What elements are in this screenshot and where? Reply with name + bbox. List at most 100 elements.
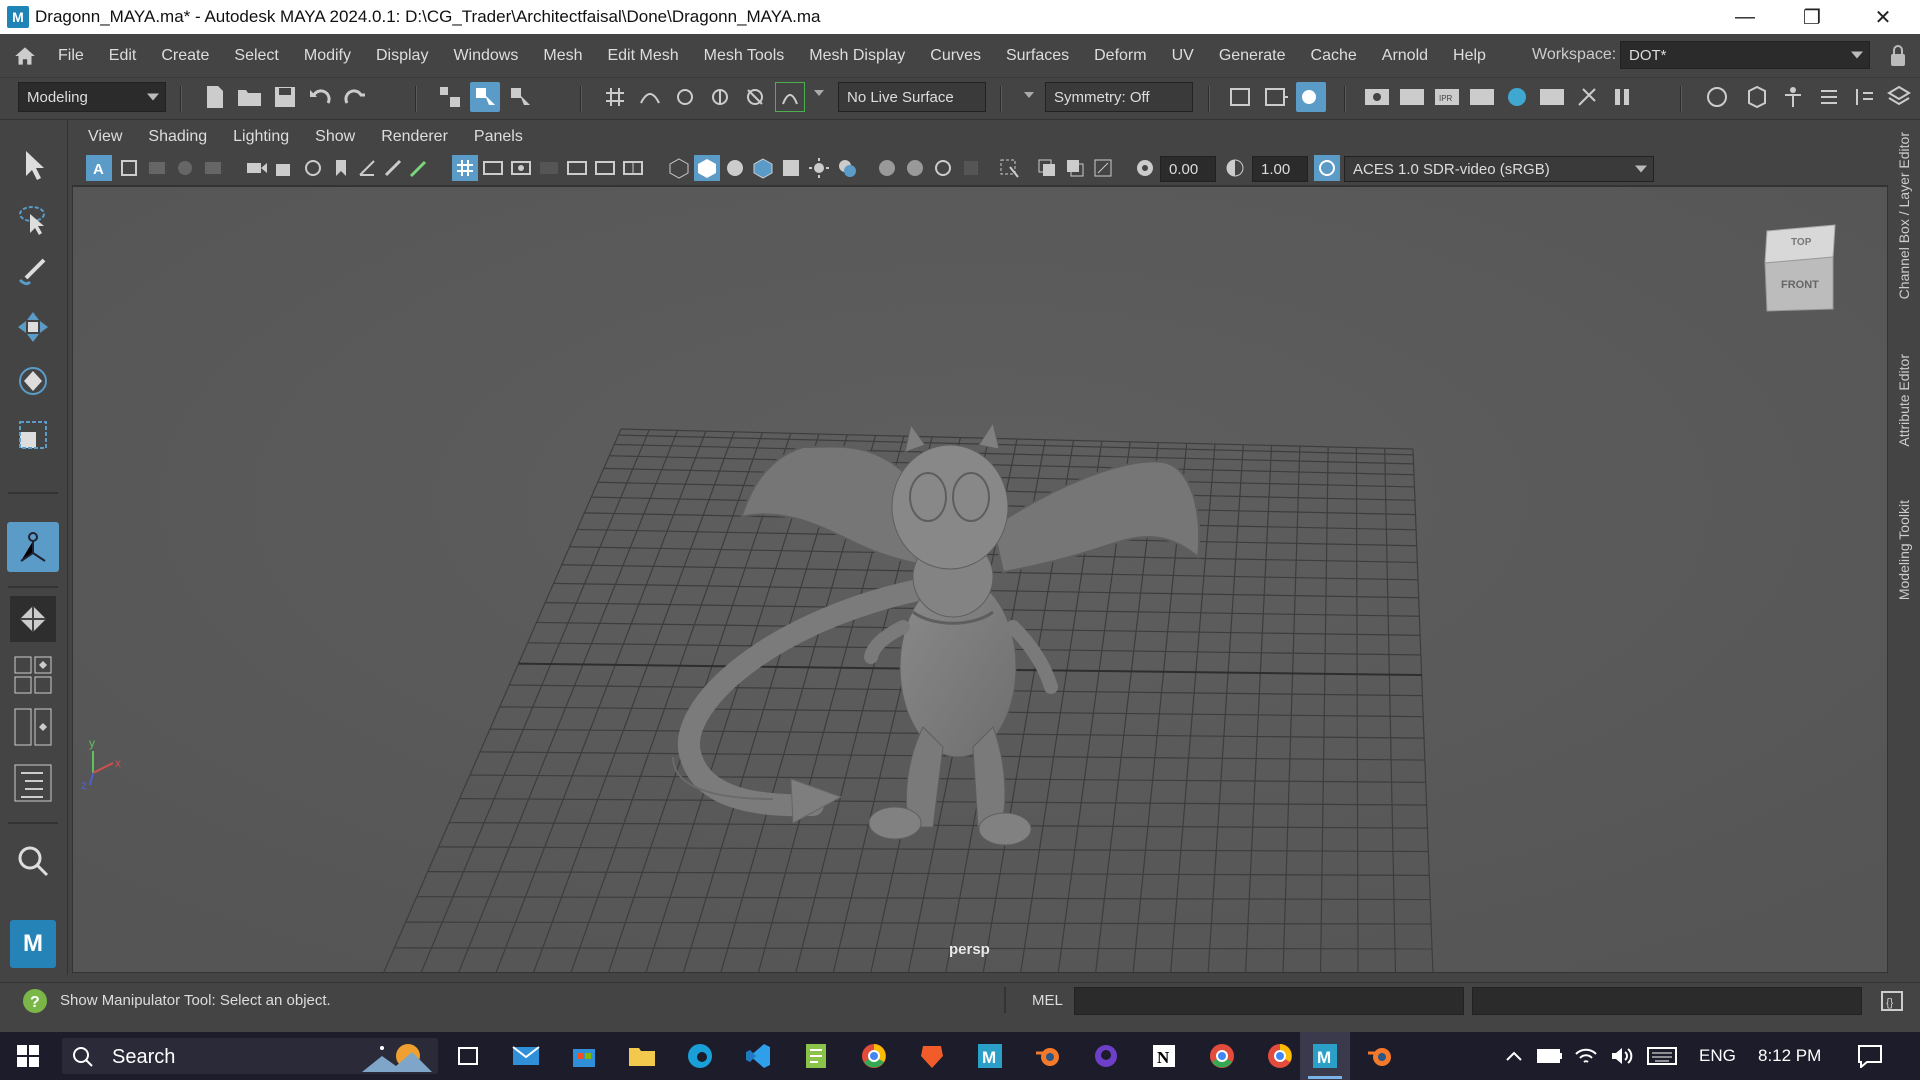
menu-help[interactable]: Help (1453, 47, 1486, 65)
attribute-editor-icon[interactable] (1814, 82, 1844, 112)
task-view-icon[interactable] (450, 1038, 486, 1074)
make-live-icon[interactable] (775, 82, 805, 112)
select-camera-icon[interactable]: A (86, 155, 112, 181)
ipr-render-icon[interactable]: IPR (1432, 82, 1462, 112)
view-cube-front-label[interactable]: FRONT (1781, 279, 1819, 291)
close-button[interactable]: ✕ (1854, 0, 1912, 34)
pencil-icon[interactable] (406, 155, 432, 181)
image-plane-icon[interactable] (172, 155, 198, 181)
symmetry-field[interactable]: Symmetry: Off (1045, 82, 1193, 112)
undo-icon[interactable] (305, 82, 335, 112)
gate-mask-icon[interactable] (536, 155, 562, 181)
menu-cache[interactable]: Cache (1311, 47, 1357, 65)
workspace-dropdown[interactable]: DOT* (1620, 41, 1870, 69)
snap-curve-icon[interactable] (635, 82, 665, 112)
menu-mesh-tools[interactable]: Mesh Tools (704, 47, 785, 65)
menu-display[interactable]: Display (376, 47, 428, 65)
menuset-dropdown[interactable]: Modeling (18, 82, 166, 112)
help-icon[interactable]: ? (22, 988, 48, 1014)
command-input[interactable] (1074, 987, 1464, 1015)
motion-blur-icon[interactable] (902, 155, 928, 181)
xray-joints-icon[interactable] (1062, 155, 1088, 181)
snap-point-icon[interactable] (670, 82, 700, 112)
chrome-icon[interactable] (856, 1038, 892, 1074)
tab-attribute-editor[interactable]: Attribute Editor (1896, 354, 1912, 447)
select-hierarchy-icon[interactable] (435, 82, 465, 112)
open-scene-icon[interactable] (235, 82, 265, 112)
use-all-lights-icon[interactable] (806, 155, 832, 181)
menu-deform[interactable]: Deform (1094, 47, 1146, 65)
script-editor-icon[interactable]: {} (1880, 990, 1904, 1012)
grease-pencil-icon[interactable] (200, 155, 226, 181)
maya-active-taskbar-item[interactable]: M (1300, 1032, 1350, 1080)
menu-select[interactable]: Select (234, 47, 278, 65)
menu-modify[interactable]: Modify (304, 47, 351, 65)
anti-aliasing-icon[interactable] (930, 155, 956, 181)
menu-generate[interactable]: Generate (1219, 47, 1286, 65)
notion-icon[interactable]: N (1146, 1038, 1182, 1074)
perspective-viewport[interactable]: y x z TOP FRONT persp (72, 186, 1888, 973)
blender-icon[interactable] (1030, 1038, 1066, 1074)
home-icon[interactable] (12, 43, 38, 69)
blender-2-icon[interactable] (1362, 1038, 1398, 1074)
chevron-down-icon[interactable] (1024, 92, 1034, 98)
exposure-field[interactable]: 0.00 (1160, 156, 1216, 182)
menu-arnold[interactable]: Arnold (1382, 47, 1428, 65)
render-frame-icon[interactable] (1397, 82, 1427, 112)
new-scene-icon[interactable] (200, 82, 230, 112)
command-language-label[interactable]: MEL (1032, 992, 1063, 1009)
menu-uv[interactable]: UV (1172, 47, 1194, 65)
resolution-gate-icon[interactable] (508, 155, 534, 181)
field-chart-icon[interactable] (564, 155, 590, 181)
menu-surfaces[interactable]: Surfaces (1006, 47, 1069, 65)
input-ops-icon[interactable] (1226, 82, 1256, 112)
lock-camera-icon[interactable] (272, 155, 298, 181)
gamma-field[interactable]: 1.00 (1252, 156, 1308, 182)
render-view-icon[interactable] (1362, 82, 1392, 112)
paint-select-tool-icon[interactable] (10, 250, 56, 296)
store-icon[interactable] (566, 1038, 602, 1074)
hypershade-icon[interactable] (1502, 82, 1532, 112)
sculpt-icon[interactable] (1702, 82, 1732, 112)
wireframe-on-shaded-icon[interactable] (750, 155, 776, 181)
menu-windows[interactable]: Windows (453, 47, 518, 65)
depth-of-field-icon[interactable] (958, 155, 984, 181)
camera-icon[interactable] (244, 155, 270, 181)
move-tool-icon[interactable] (10, 304, 56, 350)
show-manipulator-tool-icon[interactable] (7, 522, 59, 572)
menu-mesh[interactable]: Mesh (543, 47, 582, 65)
panel-menu-lighting[interactable]: Lighting (233, 128, 289, 146)
wireframe-icon[interactable] (666, 155, 692, 181)
view-cube[interactable]: TOP FRONT (1761, 223, 1841, 315)
outliner-layout-icon[interactable] (10, 760, 56, 806)
panel-menu-shading[interactable]: Shading (148, 128, 207, 146)
live-surface-field[interactable]: No Live Surface (838, 82, 986, 112)
mail-icon[interactable] (508, 1038, 544, 1074)
default-material-icon[interactable] (722, 155, 748, 181)
chrome-profile-2-icon[interactable] (1262, 1038, 1298, 1074)
pause-icon[interactable] (1607, 82, 1637, 112)
panel-menu-view[interactable]: View (88, 128, 122, 146)
snap-view-plane-icon[interactable] (705, 82, 735, 112)
color-space-dropdown[interactable]: ACES 1.0 SDR-video (sRGB) (1344, 156, 1654, 182)
view-transform-toggle-icon[interactable] (1314, 155, 1340, 181)
render-settings-icon[interactable] (1467, 82, 1497, 112)
bookmarks-icon[interactable] (144, 155, 170, 181)
snap-grid-icon[interactable] (600, 82, 630, 112)
chevron-down-icon[interactable] (814, 90, 824, 96)
two-view-layout-icon[interactable] (10, 704, 56, 750)
maximize-button[interactable]: ❐ (1783, 0, 1841, 34)
camera-attributes-icon[interactable] (116, 155, 142, 181)
brave-browser-icon[interactable] (914, 1038, 950, 1074)
redo-icon[interactable] (340, 82, 370, 112)
volume-icon[interactable] (1604, 1038, 1640, 1074)
menu-create[interactable]: Create (161, 47, 209, 65)
four-view-layout-icon[interactable] (10, 652, 56, 698)
camera-settings-icon[interactable] (300, 155, 326, 181)
lock-icon[interactable] (1888, 44, 1908, 68)
github-icon[interactable] (1088, 1038, 1124, 1074)
notepad-icon[interactable] (798, 1038, 834, 1074)
file-explorer-icon[interactable] (624, 1038, 660, 1074)
bookmark-icon[interactable] (328, 155, 354, 181)
search-icon[interactable] (10, 838, 56, 884)
